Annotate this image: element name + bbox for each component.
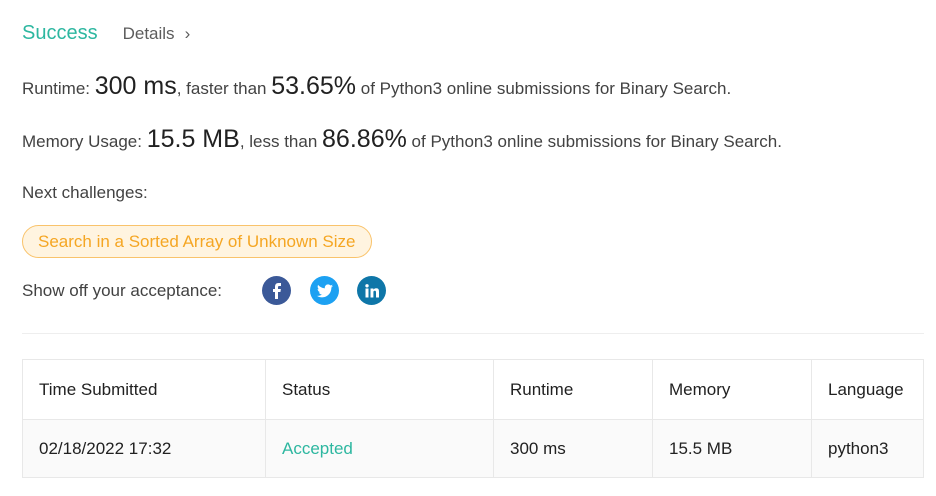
- table-row: 02/18/2022 17:32 Accepted 300 ms 15.5 MB…: [22, 419, 924, 478]
- runtime-suffix: of Python3 online submissions for Binary…: [356, 79, 732, 98]
- cell-runtime: 300 ms: [493, 419, 653, 478]
- result-header: Success Details ›: [22, 22, 190, 45]
- cell-time-submitted: 02/18/2022 17:32: [22, 419, 266, 478]
- status-title: Success: [22, 22, 98, 44]
- cell-language: python3: [811, 419, 924, 478]
- runtime-label: Runtime:: [22, 79, 95, 98]
- memory-label: Memory Usage:: [22, 132, 147, 151]
- details-link[interactable]: Details ›: [123, 24, 191, 44]
- memory-percent: 86.86%: [322, 125, 407, 153]
- cell-memory: 15.5 MB: [652, 419, 812, 478]
- share-label: Show off your acceptance:: [22, 281, 223, 300]
- memory-mid: , less than: [239, 132, 323, 151]
- memory-suffix: of Python3 online submissions for Binary…: [406, 132, 782, 151]
- runtime-summary: Runtime: 300 ms, faster than 53.65% of P…: [22, 72, 731, 101]
- divider: [22, 333, 924, 334]
- status-accepted-link[interactable]: Accepted: [282, 439, 353, 458]
- submissions-table: Time Submitted Status Runtime Memory Lan…: [22, 359, 924, 478]
- memory-summary: Memory Usage: 15.5 MB, less than 86.86% …: [22, 125, 782, 154]
- col-language[interactable]: Language: [811, 359, 924, 420]
- cell-status: Accepted: [265, 419, 494, 478]
- col-memory[interactable]: Memory: [652, 359, 812, 420]
- runtime-percent: 53.65%: [271, 72, 357, 100]
- col-status[interactable]: Status: [265, 359, 494, 420]
- twitter-icon[interactable]: [310, 276, 339, 305]
- runtime-value: 300 ms: [94, 72, 177, 100]
- next-challenges-label: Next challenges:: [22, 183, 148, 202]
- next-challenge-chip[interactable]: Search in a Sorted Array of Unknown Size: [22, 225, 372, 258]
- runtime-mid: , faster than: [176, 79, 272, 98]
- details-label: Details: [122, 23, 175, 43]
- facebook-icon[interactable]: [262, 276, 291, 305]
- linkedin-icon[interactable]: [357, 276, 386, 305]
- table-header-row: Time Submitted Status Runtime Memory Lan…: [22, 359, 924, 420]
- memory-value: 15.5 MB: [146, 125, 240, 153]
- col-time-submitted[interactable]: Time Submitted: [22, 359, 266, 420]
- chevron-right-icon: ›: [184, 23, 191, 43]
- col-runtime[interactable]: Runtime: [493, 359, 653, 420]
